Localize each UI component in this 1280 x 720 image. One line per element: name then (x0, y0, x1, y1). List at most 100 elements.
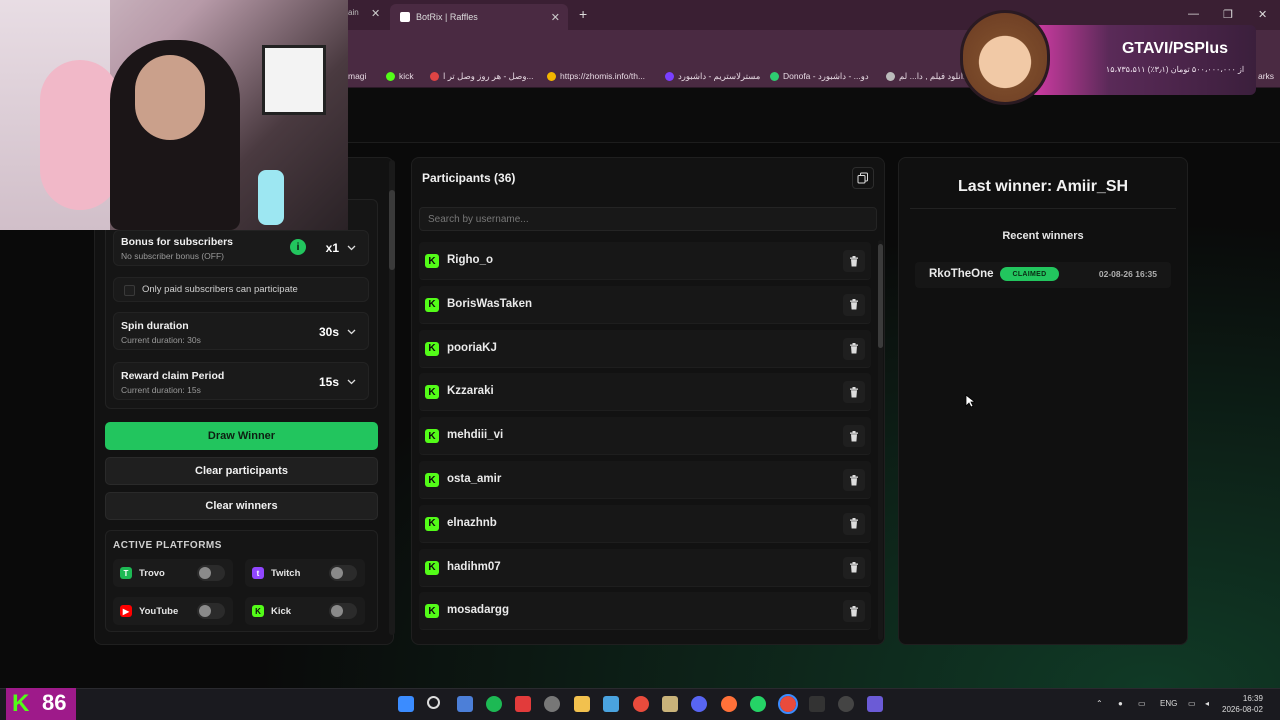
tab-previous-label[interactable]: ain (348, 8, 359, 17)
folder-icon[interactable] (574, 696, 590, 712)
tab-label: BotRix | Raffles (416, 12, 478, 22)
donation-goal-progress: ۱۵،۷۳۵،۵۱۱ از ۵۰۰،۰۰۰،۰۰۰ تومان (۳٫۱٪) (1105, 65, 1245, 74)
delete-participant-button[interactable] (843, 556, 865, 579)
kick-icon (386, 71, 395, 81)
delete-participant-button[interactable] (843, 600, 865, 623)
spin-duration-select[interactable]: 30s (319, 325, 356, 339)
new-tab-icon[interactable]: + (579, 6, 587, 22)
microphone-icon[interactable]: ● (1118, 699, 1123, 708)
paid-only-setting[interactable]: Only paid subscribers can participate (113, 277, 369, 302)
kick-toggle[interactable] (329, 603, 357, 619)
participant-name: elnazhnb (447, 516, 497, 529)
bookmark-kick[interactable]: kick (386, 71, 414, 81)
twitch-toggle[interactable] (329, 565, 357, 581)
network-icon[interactable]: ▭ (1188, 699, 1196, 708)
chrome-icon[interactable] (633, 696, 649, 712)
chrome-active-icon[interactable] (778, 694, 798, 714)
settings-scrollbar[interactable] (389, 160, 395, 635)
kick-icon: K (425, 604, 439, 619)
participant-row: Khadihm07 (419, 548, 871, 587)
app-icon[interactable] (457, 696, 473, 712)
app-icon[interactable] (662, 696, 678, 712)
youtube-icon: ▶ (120, 605, 132, 617)
bonus-subscribers-setting: Bonus for subscribers No subscriber bonu… (113, 230, 369, 266)
volume-icon[interactable]: ◂ (1205, 699, 1209, 708)
delete-participant-button[interactable] (843, 512, 865, 535)
bookmark-item[interactable]: Donofa - دو... - داشبورد (770, 71, 869, 82)
bookmark-item[interactable]: magi (348, 71, 366, 81)
tray-chevron-icon[interactable]: ⌃ (1096, 699, 1103, 708)
setting-subtitle: Current duration: 15s (121, 385, 201, 395)
delete-participant-button[interactable] (843, 293, 865, 316)
bookmark-item[interactable]: https://zhomis.info/th... (547, 71, 645, 81)
discord-icon[interactable] (691, 696, 707, 712)
terminal-icon[interactable] (809, 696, 825, 712)
bookmark-all[interactable]: arks (1258, 71, 1274, 81)
tab-close-icon[interactable]: ✕ (551, 11, 560, 24)
participant-row: Kosta_amir (419, 461, 871, 499)
search-icon[interactable] (427, 696, 440, 709)
chevron-down-icon (347, 379, 356, 385)
participant-row: K Kzzaraki (419, 373, 871, 412)
setting-subtitle: No subscriber bonus (OFF) (121, 251, 224, 261)
participant-row: K Righo_o (419, 242, 871, 280)
trash-icon (850, 430, 858, 442)
trash-icon (850, 299, 858, 310)
recent-winners-title: Recent winners (1002, 230, 1084, 242)
trash-icon (850, 343, 858, 354)
keyboard-icon[interactable]: ▭ (1138, 699, 1146, 708)
winner-date: 02-08-26 16:35 (1098, 269, 1157, 279)
spotify-icon[interactable] (486, 696, 502, 712)
paid-only-checkbox[interactable] (124, 285, 135, 296)
reward-period-select[interactable]: 15s (319, 375, 356, 389)
delete-participant-button[interactable] (843, 250, 865, 272)
divider (910, 208, 1176, 209)
tab-botrix-raffles[interactable]: BotRix | Raffles ✕ (390, 4, 568, 30)
setting-subtitle: Current duration: 30s (121, 335, 201, 345)
participant-row: KpooriaKJ (419, 329, 871, 368)
close-window-icon[interactable]: ✕ (1258, 8, 1267, 21)
clear-participants-button[interactable]: Clear participants (105, 457, 378, 485)
scrollbar-thumb[interactable] (878, 244, 883, 348)
tab-previous-close-icon[interactable]: ✕ (371, 7, 380, 20)
participant-name: osta_amir (447, 473, 502, 485)
trovo-toggle[interactable] (197, 565, 225, 581)
webcam-overlay (0, 0, 348, 230)
participant-search-input[interactable] (419, 207, 877, 231)
bookmark-item[interactable]: وصل - هر روز وصل تر ا... (430, 71, 534, 82)
app-icon[interactable] (867, 696, 883, 712)
participants-scrollbar[interactable] (878, 240, 883, 640)
draw-winner-button[interactable]: Draw Winner (105, 422, 378, 450)
bookmark-item[interactable]: دانلود فیلم , دا... لم (886, 71, 967, 82)
app-icon[interactable] (838, 696, 854, 712)
app-icon[interactable] (515, 696, 531, 712)
app-icon[interactable] (544, 696, 560, 712)
taskbar-clock[interactable]: 16:39 2026-08-02 (1222, 693, 1263, 715)
info-icon[interactable]: i (290, 239, 306, 255)
scrollbar-thumb[interactable] (389, 190, 395, 270)
delete-participant-button[interactable] (843, 469, 865, 491)
delete-participant-button[interactable] (843, 425, 865, 448)
platform-label: YouTube (139, 605, 179, 617)
bookmark-favicon-icon (547, 71, 556, 81)
participant-name: mosadargg (447, 604, 509, 617)
bonus-select[interactable]: x1 (326, 241, 356, 255)
platform-label: Kick (271, 605, 292, 617)
youtube-toggle[interactable] (197, 603, 225, 619)
language-indicator[interactable]: ENG (1160, 699, 1177, 708)
firefox-icon[interactable] (721, 696, 737, 712)
maximize-icon[interactable]: ❐ (1223, 8, 1233, 21)
minimize-icon[interactable]: — (1188, 8, 1199, 20)
bonus-value: x1 (325, 241, 339, 255)
bookmark-item[interactable]: مسترلاستریم - داشبورد (665, 71, 760, 82)
chevron-down-icon (347, 329, 356, 335)
winner-row: RkoTheOne CLAIMED 02-08-26 16:35 (915, 262, 1171, 288)
delete-participant-button[interactable] (843, 337, 865, 360)
clear-winners-button[interactable]: Clear winners (105, 492, 378, 520)
whatsapp-icon[interactable] (750, 696, 766, 712)
copy-icon[interactable] (852, 167, 874, 189)
start-icon[interactable] (398, 696, 414, 712)
clock-time: 16:39 (1242, 694, 1263, 703)
delete-participant-button[interactable] (843, 381, 865, 404)
app-icon[interactable] (603, 696, 619, 712)
